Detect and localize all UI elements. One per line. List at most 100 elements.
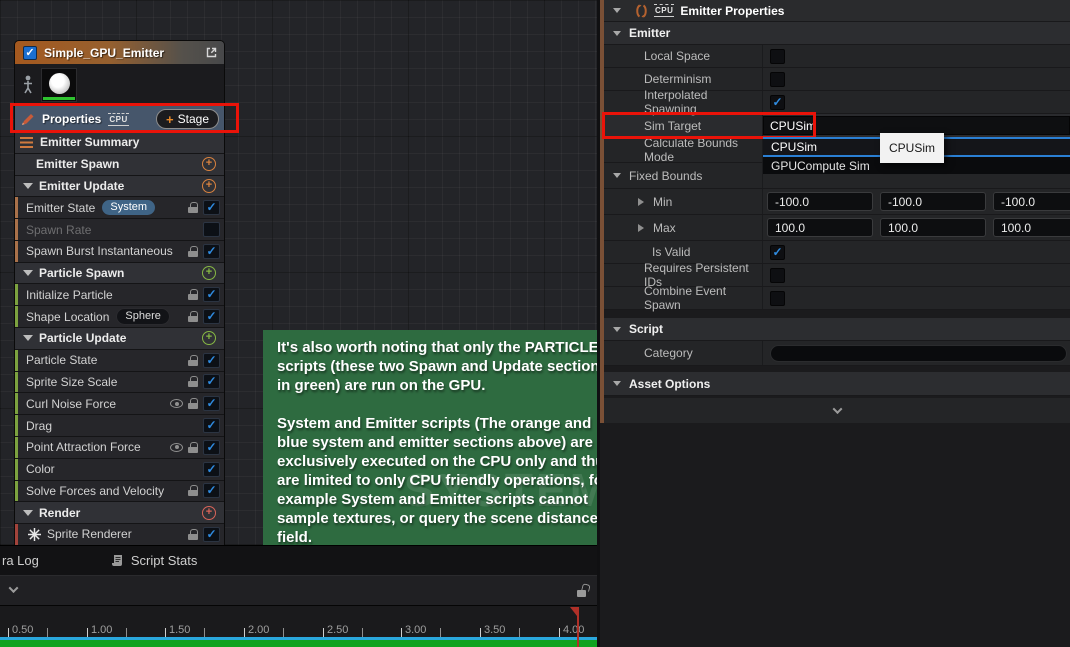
timeline-playback-bar[interactable]: [0, 640, 597, 647]
timeline-ruler[interactable]: 0.50 1.00 1.50 2.00 2.50 3.00 3.50 4.00: [0, 606, 597, 637]
summary-list-icon: [20, 137, 33, 148]
section-asset-options[interactable]: Asset Options: [604, 372, 1070, 396]
stack-module-shape-location[interactable]: Shape Location Sphere: [15, 306, 224, 328]
stack-section-particle-update[interactable]: Particle Update: [15, 328, 224, 350]
module-enabled-checkbox[interactable]: [203, 396, 220, 411]
emitter-node[interactable]: Simple_GPU_Emitter Properties CPU + Stag…: [14, 40, 225, 547]
row-local-space[interactable]: Local Space: [604, 45, 1070, 68]
lock-icon: [188, 355, 198, 366]
chevron-down-icon[interactable]: [613, 381, 621, 386]
sphere-badge: Sphere: [116, 308, 169, 325]
min-y-field[interactable]: -100.0: [880, 192, 986, 211]
stack-module-emitter-state[interactable]: Emitter State System: [15, 197, 224, 219]
module-enabled-checkbox[interactable]: [203, 353, 220, 368]
chevron-down-icon[interactable]: [613, 173, 621, 178]
chevron-down-icon[interactable]: [23, 510, 33, 516]
chevron-down-icon[interactable]: [613, 31, 621, 36]
chevron-down-icon[interactable]: [23, 335, 33, 341]
playhead-marker[interactable]: [577, 607, 579, 647]
expand-right-icon[interactable]: [638, 198, 644, 206]
visibility-eye-icon[interactable]: [170, 399, 183, 408]
module-enabled-checkbox[interactable]: [203, 200, 220, 215]
module-enabled-checkbox[interactable]: [203, 462, 220, 477]
system-watermark: SYSTEM: [404, 463, 597, 517]
stack-section-render[interactable]: Render: [15, 502, 224, 524]
row-category[interactable]: Category: [604, 341, 1070, 366]
add-stage-button[interactable]: + Stage: [156, 109, 219, 129]
collapse-chevron-icon[interactable]: [9, 583, 19, 593]
chevron-down-icon[interactable]: [613, 327, 621, 332]
stack-module-color[interactable]: Color: [15, 459, 224, 481]
emitter-enabled-checkbox[interactable]: [23, 46, 37, 60]
emitter-stack: Emitter Summary Emitter Spawn Emitter Up…: [15, 132, 224, 546]
emitter-preview-thumbnail[interactable]: [41, 68, 77, 102]
row-interpolated-spawning[interactable]: Interpolated Spawning: [604, 91, 1070, 114]
module-enabled-checkbox[interactable]: [203, 287, 220, 302]
stack-module-spawn-burst[interactable]: Spawn Burst Instantaneous: [15, 241, 224, 263]
module-enabled-checkbox[interactable]: [203, 309, 220, 324]
visibility-eye-icon[interactable]: [170, 443, 183, 452]
add-module-icon[interactable]: [202, 157, 216, 171]
sprite-star-icon: [28, 528, 41, 541]
emitter-node-header[interactable]: Simple_GPU_Emitter: [15, 41, 224, 64]
row-combine-event-spawn[interactable]: Combine Event Spawn: [604, 287, 1070, 310]
details-panel: CPU Emitter Properties Emitter Local Spa…: [597, 0, 1070, 647]
stack-section-emitter-spawn[interactable]: Emitter Spawn: [15, 154, 224, 176]
stack-row-emitter-summary[interactable]: Emitter Summary: [15, 132, 224, 154]
details-header[interactable]: CPU Emitter Properties: [604, 0, 1070, 22]
combine-event-spawn-checkbox[interactable]: [770, 291, 785, 306]
lock-icon: [188, 246, 198, 257]
tab-niagara-log[interactable]: ra Log: [2, 553, 39, 568]
module-enabled-checkbox[interactable]: [203, 483, 220, 498]
max-y-field[interactable]: 100.0: [880, 218, 986, 237]
add-module-icon[interactable]: [202, 179, 216, 193]
stack-module-sprite-renderer[interactable]: Sprite Renderer: [15, 524, 224, 546]
stack-module-point-attraction-force[interactable]: Point Attraction Force: [15, 437, 224, 459]
properties-row[interactable]: Properties CPU + Stage: [15, 106, 224, 132]
module-enabled-checkbox[interactable]: [203, 244, 220, 259]
chevron-down-icon[interactable]: [23, 183, 33, 189]
stack-module-solve-forces-velocity[interactable]: Solve Forces and Velocity: [15, 481, 224, 503]
module-enabled-checkbox[interactable]: [203, 374, 220, 389]
expand-right-icon[interactable]: [638, 224, 644, 232]
max-z-field[interactable]: 100.0: [993, 218, 1070, 237]
stack-module-particle-state[interactable]: Particle State: [15, 350, 224, 372]
section-script[interactable]: Script: [604, 318, 1070, 341]
max-x-field[interactable]: 100.0: [767, 218, 873, 237]
module-enabled-checkbox[interactable]: [203, 440, 220, 455]
tab-script-stats[interactable]: Script Stats: [111, 553, 197, 568]
row-bounds-max[interactable]: Max 100.0 100.0 100.0: [604, 215, 1070, 241]
row-sim-target[interactable]: Sim Target CPUSim: [604, 114, 1070, 138]
open-external-icon[interactable]: [205, 46, 218, 59]
is-valid-checkbox[interactable]: [770, 245, 785, 260]
stack-module-initialize-particle[interactable]: Initialize Particle: [15, 284, 224, 306]
timeline-panel: ra Log Script Stats 0.50 1.00 1.50 2.00 …: [0, 545, 597, 647]
category-input[interactable]: [770, 345, 1067, 362]
lock-icon: [188, 485, 198, 496]
chevron-down-icon[interactable]: [23, 270, 33, 276]
min-x-field[interactable]: -100.0: [767, 192, 873, 211]
min-z-field[interactable]: -100.0: [993, 192, 1070, 211]
add-module-icon[interactable]: [202, 266, 216, 280]
chevron-down-icon[interactable]: [613, 8, 621, 13]
stack-section-particle-spawn[interactable]: Particle Spawn: [15, 263, 224, 285]
stack-module-drag[interactable]: Drag: [15, 415, 224, 437]
add-module-icon[interactable]: [202, 331, 216, 345]
stack-section-emitter-update[interactable]: Emitter Update: [15, 176, 224, 198]
interpolated-spawning-checkbox[interactable]: [770, 95, 785, 110]
person-icon: [22, 75, 34, 95]
row-bounds-min[interactable]: Min -100.0 -100.0 -100.0: [604, 189, 1070, 215]
details-expander[interactable]: [604, 398, 1070, 423]
requires-persistent-ids-checkbox[interactable]: [770, 268, 785, 283]
lock-open-icon[interactable]: [577, 584, 589, 597]
renderer-enabled-checkbox[interactable]: [203, 527, 220, 542]
module-enabled-checkbox[interactable]: [203, 222, 220, 237]
module-enabled-checkbox[interactable]: [203, 418, 220, 433]
section-emitter[interactable]: Emitter: [604, 22, 1070, 45]
add-renderer-icon[interactable]: [202, 506, 216, 520]
local-space-checkbox[interactable]: [770, 49, 785, 64]
stack-module-sprite-size-scale[interactable]: Sprite Size Scale: [15, 372, 224, 394]
determinism-checkbox[interactable]: [770, 72, 785, 87]
stack-module-spawn-rate[interactable]: Spawn Rate: [15, 219, 224, 241]
stack-module-curl-noise-force[interactable]: Curl Noise Force: [15, 393, 224, 415]
